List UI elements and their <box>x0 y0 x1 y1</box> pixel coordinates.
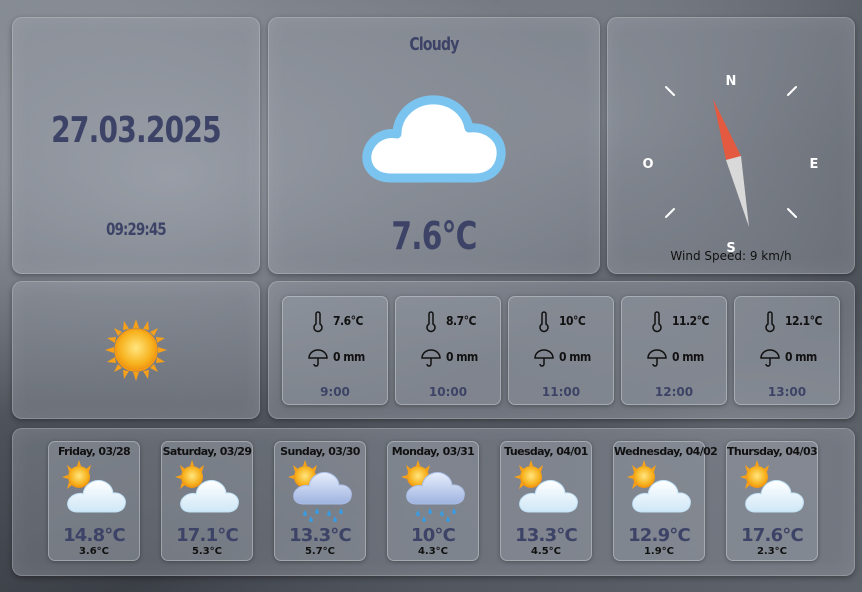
daily-card: Tuesday, 04/01 13.3°C 4.5°C <box>500 441 592 561</box>
cloud-icon <box>362 95 506 183</box>
daily-min-temp: 5.7°C <box>304 546 336 557</box>
compass-needle-south <box>726 156 749 227</box>
daily-date: Wednesday, 04/02 <box>614 445 718 458</box>
hourly-forecast-panel: 7.6°C 0 mm 9:00 8.7°C 0 mm 10:00 10°C 0 … <box>268 281 855 419</box>
rain-icon <box>401 460 465 522</box>
umbrella-icon <box>308 349 328 367</box>
daily-min-temp: 5.3°C <box>191 546 223 557</box>
date-time-panel: 27.03.2025 09:29:45 <box>12 17 260 274</box>
sun-panel <box>12 281 260 419</box>
sun-icon <box>105 319 167 381</box>
daily-card: Thursday, 04/03 17.6°C 2.3°C <box>726 441 818 561</box>
hourly-card: 12.1°C 0 mm 13:00 <box>734 296 840 405</box>
daily-max-temp: 10°C <box>410 525 456 546</box>
hourly-temperature: 11.2°C <box>672 314 709 328</box>
daily-max-temp: 17.1°C <box>176 525 239 546</box>
daily-date: Sunday, 03/30 <box>280 445 360 458</box>
umbrella-icon <box>421 349 441 367</box>
daily-min-temp: 3.6°C <box>78 546 110 557</box>
hourly-time: 10:00 <box>428 385 468 399</box>
current-temperature: 7.6°C <box>391 214 477 258</box>
daily-max-temp: 14.8°C <box>63 525 126 546</box>
daily-max-temp: 13.3°C <box>289 525 352 546</box>
daily-date: Thursday, 04/03 <box>727 445 818 458</box>
hourly-temperature: 10°C <box>559 314 586 328</box>
thermometer-icon <box>765 311 775 333</box>
umbrella-icon <box>647 349 667 367</box>
daily-forecast-panel: Friday, 03/28 14.8°C 3.6°C Saturday, 03/… <box>12 428 855 576</box>
wind-speed: Wind Speed: 9 km/h <box>670 249 792 263</box>
daily-min-temp: 1.9°C <box>643 546 675 557</box>
daily-max-temp: 12.9°C <box>628 525 691 546</box>
hourly-precipitation: 0 mm <box>785 350 817 364</box>
hourly-precipitation: 0 mm <box>446 350 478 364</box>
partly-cloudy-icon <box>62 460 126 513</box>
hourly-time: 9:00 <box>320 385 350 399</box>
thermometer-icon <box>539 311 549 333</box>
date-display: 27.03.2025 <box>51 110 222 151</box>
current-weather-panel: Cloudy 7.6°C <box>268 17 600 274</box>
current-condition: Cloudy <box>409 34 459 55</box>
hourly-card: 11.2°C 0 mm 12:00 <box>621 296 727 405</box>
hourly-temperature: 7.6°C <box>333 314 363 328</box>
wind-compass-panel: N E S O Wind Speed: 9 km/h <box>607 17 855 274</box>
hourly-temperature: 8.7°C <box>446 314 476 328</box>
hourly-time: 12:00 <box>654 385 694 399</box>
hourly-precipitation: 0 mm <box>333 350 365 364</box>
daily-card: Saturday, 03/29 17.1°C 5.3°C <box>161 441 253 561</box>
hourly-time: 13:00 <box>767 385 807 399</box>
daily-date: Monday, 03/31 <box>391 445 475 458</box>
daily-date: Friday, 03/28 <box>57 445 131 458</box>
partly-cloudy-icon <box>175 460 239 513</box>
thermometer-icon <box>652 311 662 333</box>
daily-card: Friday, 03/28 14.8°C 3.6°C <box>48 441 140 561</box>
time-display: 09:29:45 <box>106 220 167 240</box>
partly-cloudy-icon <box>627 460 691 513</box>
daily-min-temp: 2.3°C <box>756 546 788 557</box>
hourly-card: 10°C 0 mm 11:00 <box>508 296 614 405</box>
compass-west-label: O <box>642 157 653 172</box>
daily-date: Saturday, 03/29 <box>162 445 252 458</box>
daily-max-temp: 17.6°C <box>741 525 804 546</box>
compass-north-label: N <box>726 74 737 89</box>
daily-card: Monday, 03/31 10°C 4.3°C <box>387 441 479 561</box>
compass-needle-north <box>713 99 741 160</box>
hourly-card: 7.6°C 0 mm 9:00 <box>282 296 388 405</box>
daily-date: Tuesday, 04/01 <box>504 445 588 458</box>
partly-cloudy-icon <box>514 460 578 513</box>
daily-max-temp: 13.3°C <box>515 525 578 546</box>
hourly-precipitation: 0 mm <box>672 350 704 364</box>
daily-card: Wednesday, 04/02 12.9°C 1.9°C <box>613 441 718 561</box>
daily-min-temp: 4.5°C <box>530 546 562 557</box>
compass-east-label: E <box>810 157 819 172</box>
hourly-time: 11:00 <box>541 385 581 399</box>
partly-cloudy-icon <box>740 460 804 513</box>
hourly-precipitation: 0 mm <box>559 350 591 364</box>
thermometer-icon <box>313 311 323 333</box>
hourly-temperature: 12.1°C <box>785 314 822 328</box>
daily-card: Sunday, 03/30 13.3°C 5.7°C <box>274 441 366 561</box>
thermometer-icon <box>426 311 436 333</box>
compass: N E S O <box>642 74 819 252</box>
rain-icon <box>288 460 352 522</box>
umbrella-icon <box>534 349 554 367</box>
umbrella-icon <box>760 349 780 367</box>
hourly-card: 8.7°C 0 mm 10:00 <box>395 296 501 405</box>
daily-min-temp: 4.3°C <box>417 546 449 557</box>
